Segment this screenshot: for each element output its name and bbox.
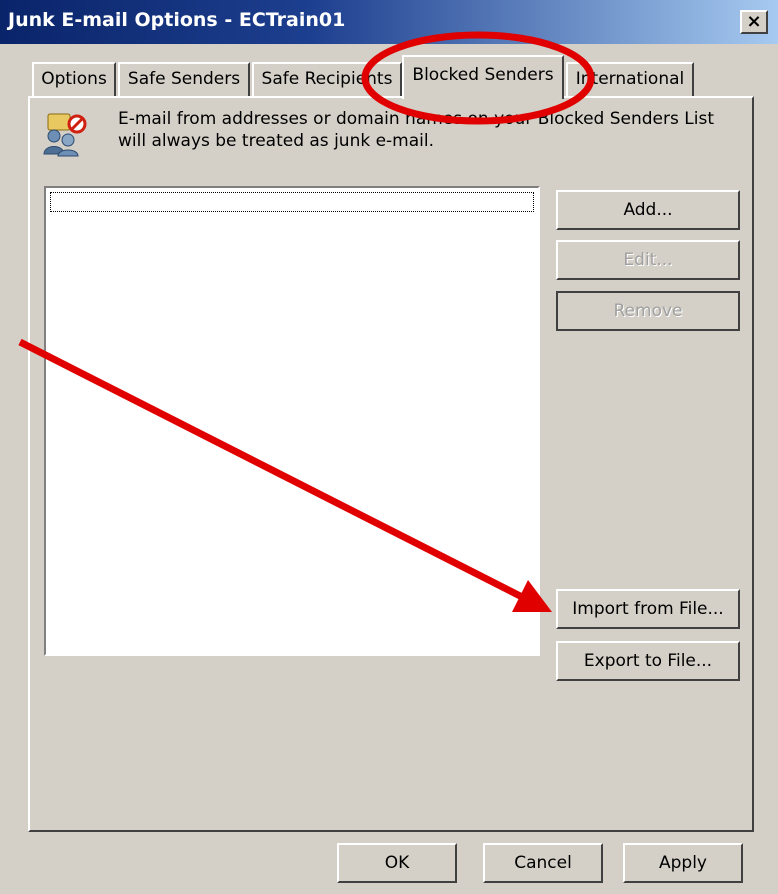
junk-email-options-dialog: Junk E-mail Options - ECTrain01 × Option… <box>0 0 778 894</box>
import-from-file-button[interactable]: Import from File... <box>556 589 740 629</box>
cancel-button[interactable]: Cancel <box>483 843 603 883</box>
export-to-file-button[interactable]: Export to File... <box>556 641 740 681</box>
tab-international[interactable]: International <box>566 62 694 96</box>
close-button[interactable]: × <box>740 10 768 34</box>
blocked-senders-description: E-mail from addresses or domain names on… <box>118 109 714 151</box>
tab-safe-senders[interactable]: Safe Senders <box>118 62 250 96</box>
blocked-senders-list[interactable] <box>44 186 540 656</box>
edit-button[interactable]: Edit... <box>556 240 740 280</box>
remove-button[interactable]: Remove <box>556 291 740 331</box>
blocked-senders-icon <box>40 110 88 158</box>
window-title: Junk E-mail Options - ECTrain01 <box>8 9 346 31</box>
tab-safe-recipients[interactable]: Safe Recipients <box>252 62 402 96</box>
tab-options[interactable]: Options <box>32 62 116 96</box>
apply-button[interactable]: Apply <box>623 843 743 883</box>
list-focus-row[interactable] <box>50 192 534 212</box>
ok-button[interactable]: OK <box>337 843 457 883</box>
add-button[interactable]: Add... <box>556 190 740 230</box>
title-bar[interactable]: Junk E-mail Options - ECTrain01 × <box>0 0 778 44</box>
tab-blocked-senders[interactable]: Blocked Senders <box>402 55 564 99</box>
